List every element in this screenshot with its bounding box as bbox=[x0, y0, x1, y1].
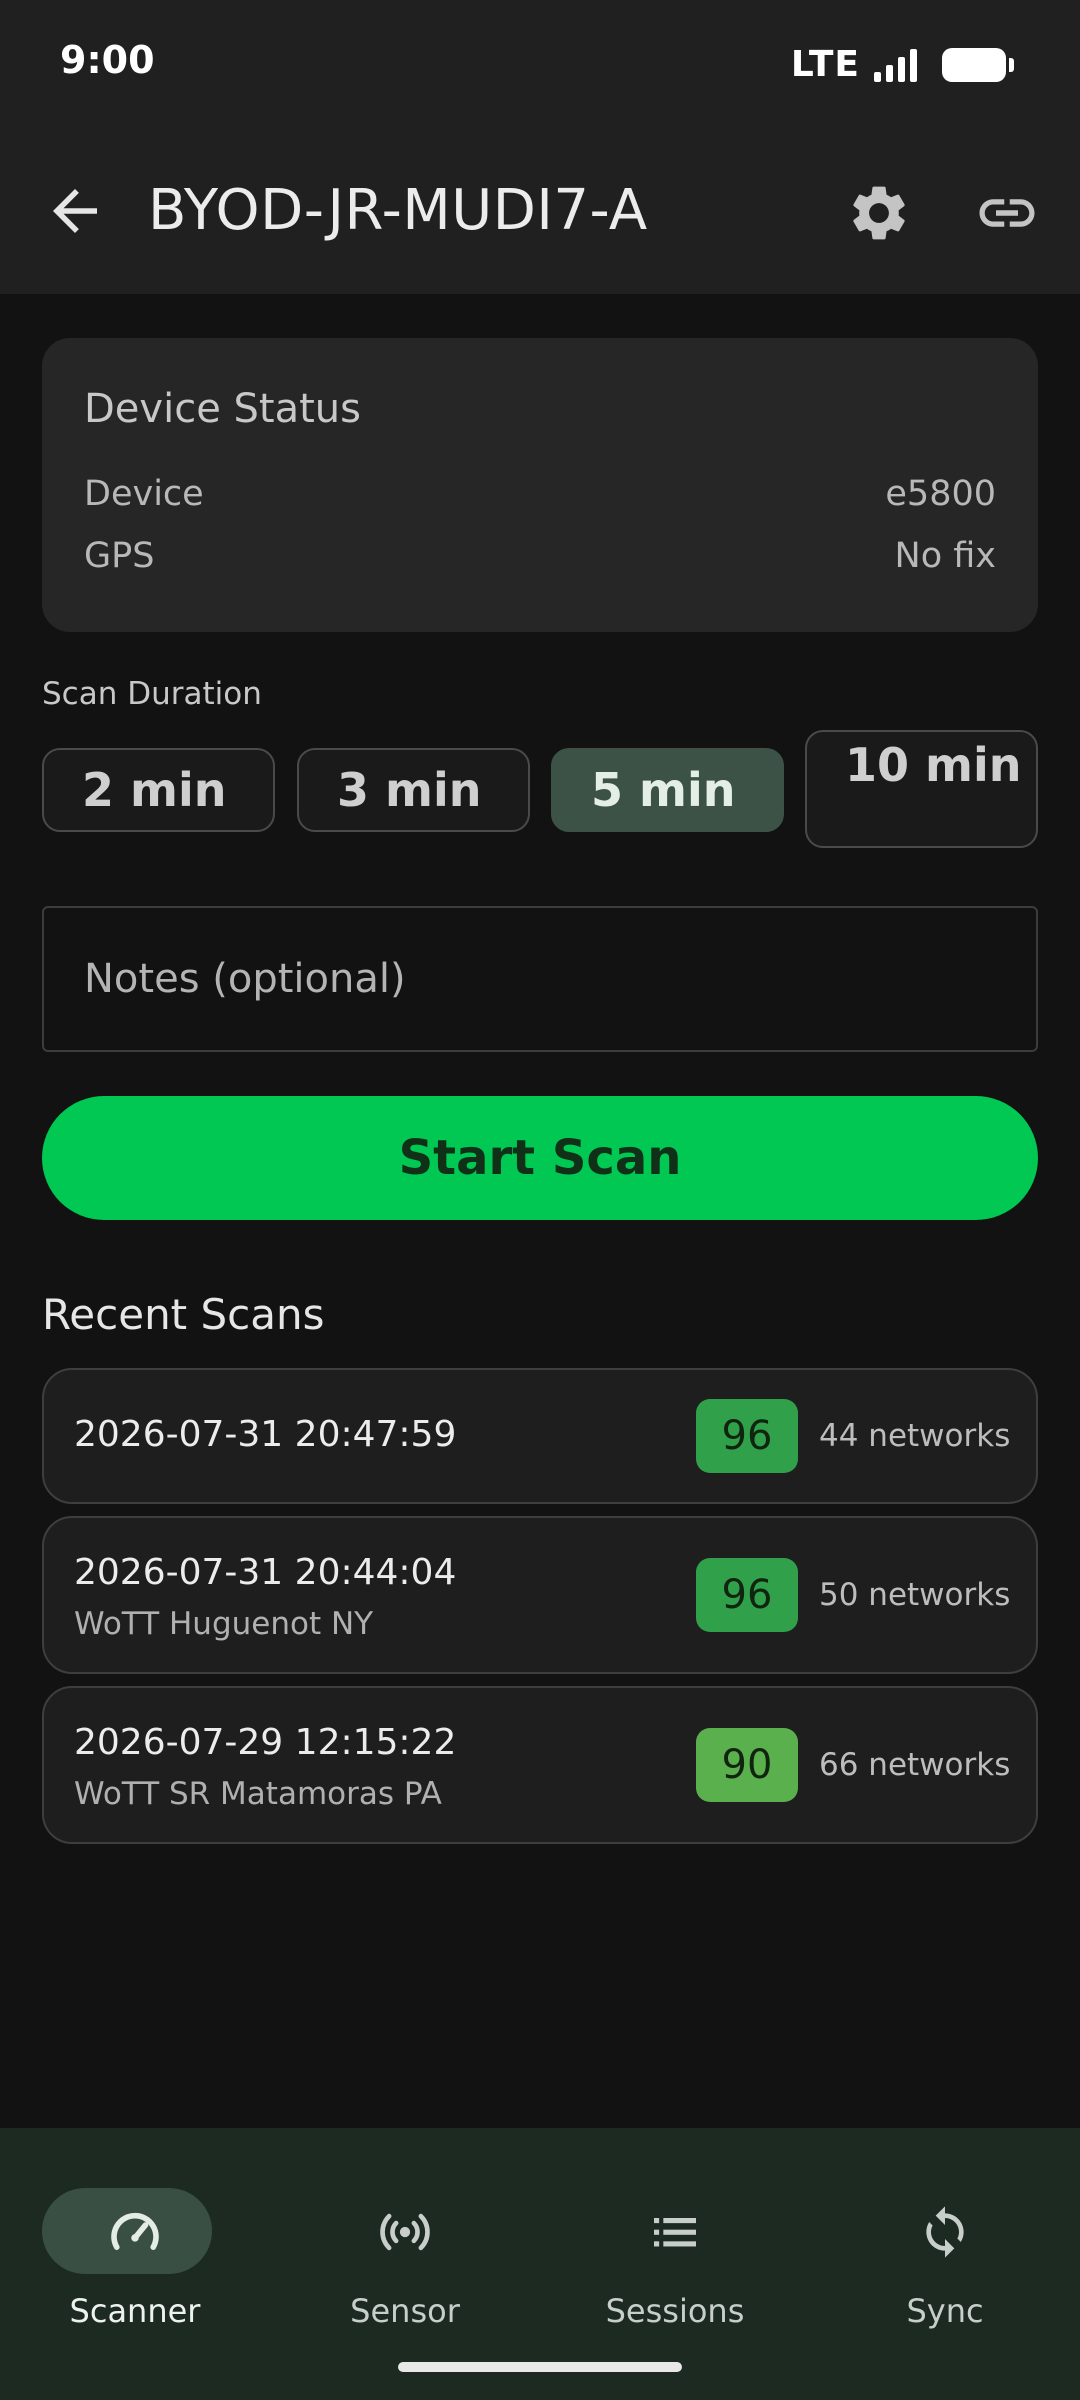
nav-label-sessions: Sessions bbox=[605, 2292, 745, 2330]
device-row: Device e5800 bbox=[84, 474, 996, 514]
start-scan-button[interactable]: Start Scan bbox=[42, 1096, 1038, 1220]
nav-item-sensor[interactable]: Sensor bbox=[270, 2158, 540, 2330]
duration-option-5min[interactable]: 5 min bbox=[551, 748, 784, 832]
duration-option-3min[interactable]: 3 min bbox=[297, 748, 530, 832]
gps-row: GPS No fix bbox=[84, 536, 996, 576]
recent-scans-title: Recent Scans bbox=[42, 1290, 325, 1339]
network-type: LTE bbox=[790, 44, 860, 85]
status-time: 9:00 bbox=[60, 38, 155, 82]
arrow-back-icon bbox=[53, 189, 97, 233]
scan-list-item[interactable]: 2026-07-29 12:15:22 WoTT SR Matamoras PA… bbox=[42, 1686, 1038, 1844]
gps-value: No fix bbox=[894, 536, 996, 576]
scan-duration-label: Scan Duration bbox=[42, 676, 262, 712]
duration-option-10min[interactable]: 10 min bbox=[805, 730, 1038, 848]
app-bar: BYOD-JR-MUDI7-A bbox=[0, 128, 1080, 294]
notes-input[interactable] bbox=[42, 906, 1038, 1052]
home-indicator[interactable] bbox=[398, 2362, 682, 2372]
status-bar: 9:00 LTE bbox=[0, 0, 1080, 128]
nav-item-sessions[interactable]: Sessions bbox=[540, 2158, 810, 2330]
nav-item-scanner[interactable]: Scanner bbox=[0, 2158, 270, 2330]
scan-score-badge: 96 bbox=[696, 1399, 798, 1473]
broadcast-icon bbox=[380, 2213, 430, 2251]
device-status-title: Device Status bbox=[84, 386, 361, 432]
list-icon bbox=[654, 2218, 696, 2247]
scan-network-count: 50 networks bbox=[819, 1577, 1011, 1613]
page-title: BYOD-JR-MUDI7-A bbox=[148, 178, 648, 243]
link-icon bbox=[979, 199, 1035, 227]
nav-label-scanner: Scanner bbox=[69, 2292, 201, 2330]
scan-date: 2026-07-29 12:15:22 bbox=[74, 1722, 457, 1763]
signal-icon bbox=[874, 48, 922, 82]
scan-network-count: 66 networks bbox=[819, 1747, 1011, 1783]
status-indicators: LTE bbox=[790, 44, 1014, 85]
gps-label: GPS bbox=[84, 536, 155, 576]
duration-option-2min[interactable]: 2 min bbox=[42, 748, 275, 832]
scan-network-count: 44 networks bbox=[819, 1418, 1011, 1454]
sync-icon bbox=[926, 2206, 964, 2258]
bottom-navigation: Scanner Sensor Sessions Sync bbox=[0, 2128, 1080, 2400]
scan-score-badge: 96 bbox=[696, 1558, 798, 1632]
scan-location: WoTT SR Matamoras PA bbox=[74, 1776, 442, 1812]
nav-label-sync: Sync bbox=[906, 2292, 984, 2330]
nav-item-sync[interactable]: Sync bbox=[810, 2158, 1080, 2330]
nav-label-sensor: Sensor bbox=[350, 2292, 460, 2330]
gear-icon bbox=[853, 186, 905, 240]
scan-date: 2026-07-31 20:47:59 bbox=[74, 1414, 457, 1455]
battery-icon bbox=[942, 47, 1014, 82]
link-button[interactable] bbox=[972, 180, 1042, 246]
device-label: Device bbox=[84, 474, 204, 514]
speedometer-icon bbox=[111, 2212, 159, 2250]
scan-list-item[interactable]: 2026-07-31 20:47:59 96 44 networks bbox=[42, 1368, 1038, 1504]
scan-score-badge: 90 bbox=[696, 1728, 798, 1802]
back-button[interactable] bbox=[42, 178, 108, 244]
scan-list-item[interactable]: 2026-07-31 20:44:04 WoTT Huguenot NY 96 … bbox=[42, 1516, 1038, 1674]
settings-button[interactable] bbox=[846, 180, 912, 246]
scan-date: 2026-07-31 20:44:04 bbox=[74, 1552, 457, 1593]
device-status-card: Device Status Device e5800 GPS No fix bbox=[42, 338, 1038, 632]
scan-location: WoTT Huguenot NY bbox=[74, 1606, 374, 1642]
device-value: e5800 bbox=[885, 474, 996, 514]
